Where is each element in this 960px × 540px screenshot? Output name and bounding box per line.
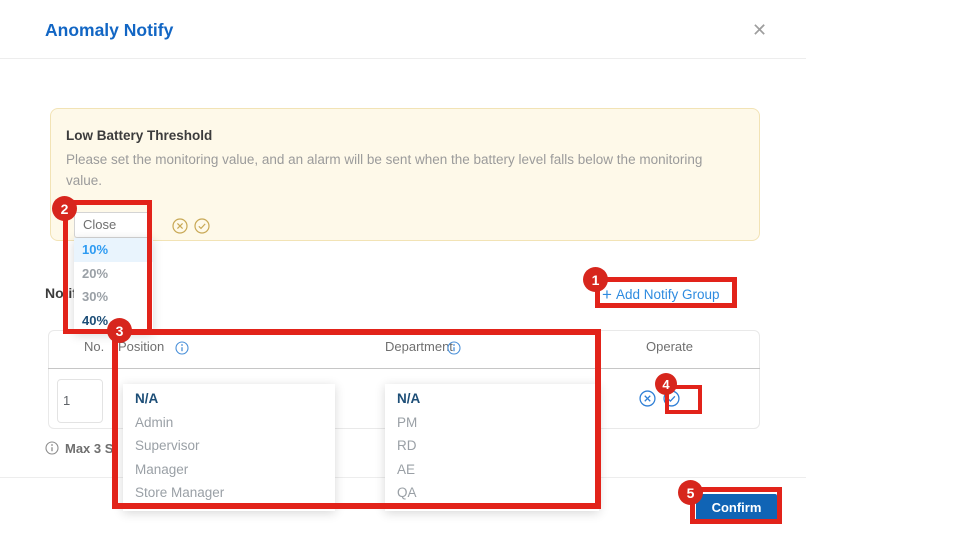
cancel-circle-icon[interactable] xyxy=(172,218,188,239)
anomaly-notify-modal: Anomaly Notify ✕ Low Battery Threshold P… xyxy=(0,0,960,540)
annotation-rect-2 xyxy=(63,200,152,334)
header-divider xyxy=(0,58,806,59)
confirm-circle-icon[interactable] xyxy=(194,218,210,239)
annotation-rect-1 xyxy=(595,277,737,308)
max-groups-hint: Max 3 S xyxy=(65,441,113,456)
row-number-cell: 1 xyxy=(57,379,103,423)
hint-info-icon xyxy=(45,441,59,455)
annotation-badge-1: 1 xyxy=(583,267,608,292)
close-icon[interactable]: ✕ xyxy=(752,20,767,41)
annotation-badge-2: 2 xyxy=(52,196,77,221)
annotation-badge-3: 3 xyxy=(107,318,132,343)
annotation-rect-5 xyxy=(690,487,782,524)
notice-description: Please set the monitoring value, and an … xyxy=(66,150,726,192)
column-header-operate: Operate xyxy=(646,339,693,354)
notice-title: Low Battery Threshold xyxy=(66,128,212,143)
modal-title: Anomaly Notify xyxy=(45,20,173,41)
annotation-rect-3 xyxy=(112,329,601,509)
row-cancel-icon[interactable] xyxy=(639,390,656,412)
annotation-badge-4: 4 xyxy=(655,373,677,395)
column-header-no: No. xyxy=(84,339,104,354)
annotation-badge-5: 5 xyxy=(678,480,703,505)
